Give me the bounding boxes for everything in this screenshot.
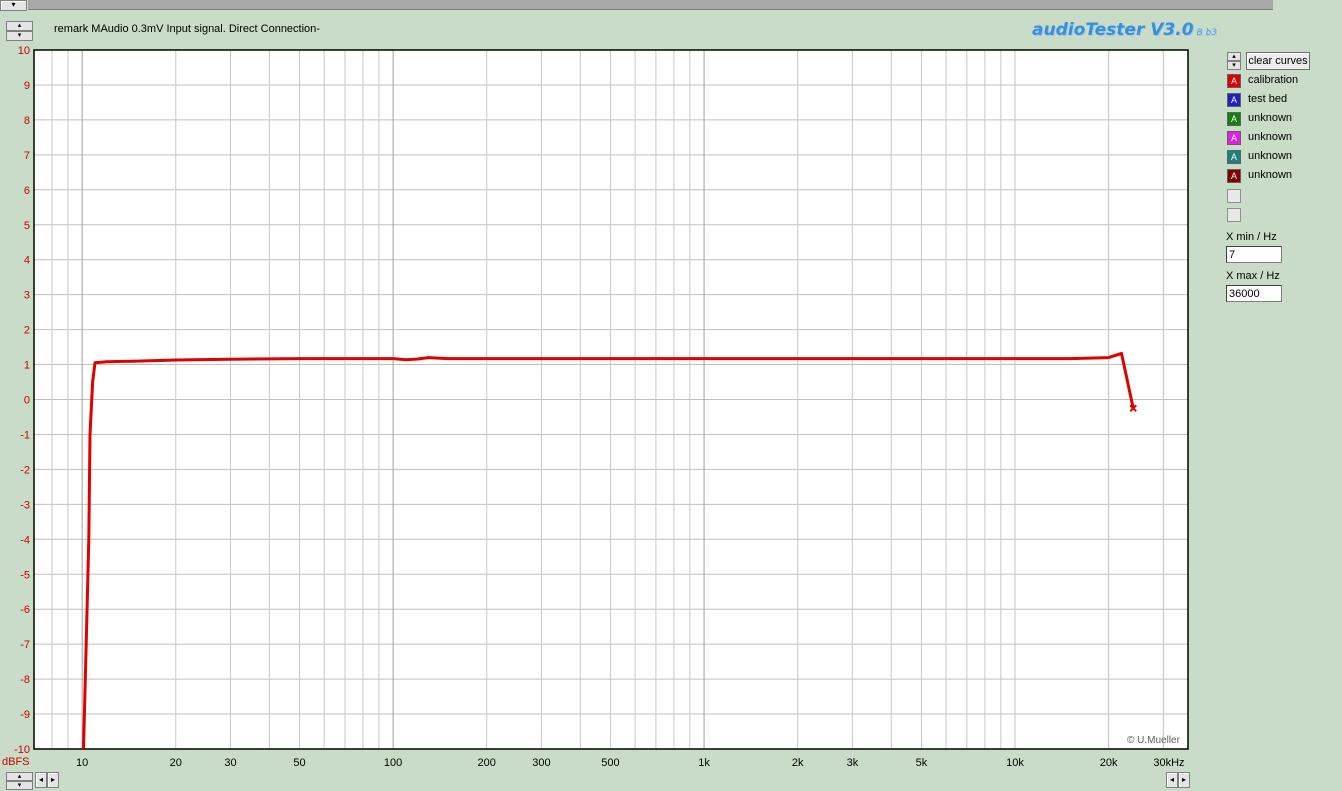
y-tick-label: -7 bbox=[20, 639, 30, 651]
y-tick-label: 1 bbox=[24, 360, 30, 372]
x-tick-label: 30 bbox=[224, 757, 236, 769]
legend-item-label: unknown bbox=[1248, 169, 1293, 181]
xmin-input[interactable] bbox=[1226, 246, 1282, 263]
legend-item-label: unknown bbox=[1248, 112, 1293, 124]
y-tick-label: 5 bbox=[24, 220, 30, 232]
y-tick-label: 8 bbox=[24, 115, 30, 127]
legend-item-label: unknown bbox=[1248, 150, 1293, 162]
copyright-text: © U.Mueller bbox=[1127, 735, 1180, 746]
bottom-spinner-down-icon[interactable]: ▾ bbox=[6, 781, 33, 790]
legend-up-icon[interactable]: ▴ bbox=[1227, 52, 1241, 61]
y-tick-label: 10 bbox=[18, 45, 30, 57]
y-tick-label: -10 bbox=[14, 744, 30, 756]
y-tick-label: -2 bbox=[20, 464, 30, 476]
clear-curves-button[interactable]: clear curves bbox=[1246, 52, 1310, 70]
y-tick-label: -6 bbox=[20, 604, 30, 616]
curve-color-icon[interactable]: A bbox=[1227, 131, 1241, 145]
x-tick-label: 3k bbox=[847, 757, 859, 769]
curve-color-icon[interactable]: A bbox=[1227, 74, 1241, 88]
x-tick-label: 10k bbox=[1006, 757, 1024, 769]
y-tick-label: -4 bbox=[20, 534, 30, 546]
curve-color-icon[interactable]: A bbox=[1227, 169, 1241, 183]
scroll-right-icon[interactable]: ▸ bbox=[47, 772, 59, 788]
curve-color-icon[interactable]: A bbox=[1227, 93, 1241, 107]
x-tick-label: 300 bbox=[532, 757, 550, 769]
x-tick-label: 5k bbox=[916, 757, 928, 769]
x-tick-label: 200 bbox=[478, 757, 496, 769]
y-tick-label: -8 bbox=[20, 674, 30, 686]
curve-color-icon[interactable]: A bbox=[1227, 150, 1241, 164]
curve-color-icon[interactable]: A bbox=[1227, 112, 1241, 126]
x-tick-label: 10 bbox=[76, 757, 88, 769]
xmin-label: X min / Hz bbox=[1226, 231, 1277, 243]
scroll-left-icon[interactable]: ◂ bbox=[1166, 772, 1178, 788]
y-tick-label: 6 bbox=[24, 185, 30, 197]
y-tick-label: 0 bbox=[24, 395, 30, 407]
frequency-response-chart: 109876543210-1-2-3-4-5-6-7-8-9-10 10 20 30… bbox=[2, 45, 1189, 769]
y-tick-label: -1 bbox=[20, 429, 30, 441]
x-tick-label: 30kHz bbox=[1153, 757, 1184, 769]
xmax-label: X max / Hz bbox=[1226, 270, 1280, 282]
x-tick-label: 20k bbox=[1100, 757, 1118, 769]
x-tick-label: 50 bbox=[293, 757, 305, 769]
empty-curve-slot[interactable] bbox=[1227, 208, 1241, 222]
y-tick-label: -9 bbox=[20, 709, 30, 721]
scroll-left-icon[interactable]: ◂ bbox=[35, 772, 47, 788]
bottom-left-spinner[interactable]: ▴ ▾ bbox=[6, 772, 33, 790]
y-tick-label: -3 bbox=[20, 499, 30, 511]
y-tick-label: -5 bbox=[20, 569, 30, 581]
y-axis-label: dBFS bbox=[2, 756, 30, 768]
bottom-spinner-up-icon[interactable]: ▴ bbox=[6, 772, 33, 781]
legend-spinner[interactable]: ▴ ▾ bbox=[1227, 52, 1241, 70]
x-tick-label: 2k bbox=[792, 757, 804, 769]
y-tick-label: 7 bbox=[24, 150, 30, 162]
x-tick-labels: 10 20 30 50 100 200 300 500 1k 2k 3k 5k 10k 20k 30kHz bbox=[76, 757, 1185, 769]
legend-item-label: calibration bbox=[1248, 74, 1299, 86]
x-tick-label: 500 bbox=[601, 757, 619, 769]
y-tick-label: 2 bbox=[24, 325, 30, 337]
empty-curve-slot[interactable] bbox=[1227, 189, 1241, 203]
y-tick-label: 3 bbox=[24, 290, 30, 302]
legend-down-icon[interactable]: ▾ bbox=[1227, 61, 1241, 70]
xmax-input[interactable] bbox=[1226, 285, 1282, 302]
y-tick-label: 4 bbox=[24, 255, 30, 267]
chart-grid bbox=[33, 49, 1188, 750]
legend-item-label: unknown bbox=[1248, 131, 1293, 143]
x-tick-label: 1k bbox=[698, 757, 710, 769]
y-tick-labels: 109876543210-1-2-3-4-5-6-7-8-9-10 bbox=[14, 45, 30, 756]
legend-item-label: test bed bbox=[1248, 93, 1288, 105]
x-tick-label: 100 bbox=[384, 757, 402, 769]
scroll-right-icon[interactable]: ▸ bbox=[1178, 772, 1190, 788]
y-tick-label: 9 bbox=[24, 80, 30, 92]
x-tick-label: 20 bbox=[170, 757, 182, 769]
